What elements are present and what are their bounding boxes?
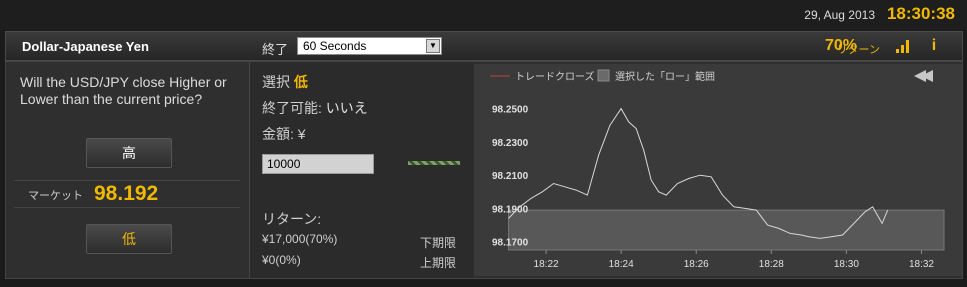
selection-value: 低 [293,74,308,90]
y-tick-label: 98.2300 [492,138,529,149]
x-tick-label: 18:24 [609,259,634,270]
expiry-select-value: 60 Seconds [303,39,367,53]
order-column: 選択 低 終了可能: いいえ 金額: ¥ 10000 リターン: ¥17,000… [250,62,473,278]
asset-title[interactable]: Dollar-Japanese Yen [22,39,149,54]
closable-label: 終了可能: [262,100,322,116]
direction-column: Will the USD/JPY close Higher or Lower t… [6,62,250,278]
question-text: Will the USD/JPY close Higher or Lower t… [20,74,227,107]
y-tick-label: 98.1700 [492,238,529,249]
return-label: リターン: [262,211,322,227]
date-display: 29, Aug 2013 [804,8,875,22]
closable-value: いいえ [325,100,368,116]
legend-close: トレードクローズ [515,70,595,83]
amount-currency: ¥ [297,126,306,142]
amount-input[interactable]: 10000 [262,154,374,174]
selected-range-band [508,209,945,251]
y-tick-label: 98.1900 [492,204,529,215]
selection-row: 選択 低 [262,72,308,92]
return-win-value: ¥17,000(70%) [262,232,338,246]
y-tick-label: 98.2500 [492,105,529,116]
return-lose-value: ¥0(0%) [262,253,301,267]
x-tick-label: 18:22 [534,259,559,270]
clock-display: 18:30:38 [886,4,955,23]
top-bar: 29, Aug 2013 18:30:38 [0,0,967,30]
info-icon[interactable]: i [931,38,937,54]
payout-label: リターン [836,44,880,56]
y-tick-label: 98.2100 [492,171,529,182]
market-row: マーケット 98.192 [14,180,240,208]
lower-limit-label: 下期限 [420,236,457,250]
price-chart: トレードクローズ 選択した「ロー」範囲 98.2500 98.2300 98.210… [474,64,962,276]
legend-range-icon [597,69,610,82]
chevron-down-icon[interactable]: ▼ [426,39,440,53]
closable-row: 終了可能: いいえ [262,98,368,118]
upper-limit-label: 上期限 [420,256,457,270]
low-button[interactable]: 低 [86,224,172,254]
market-label: マーケット [28,190,83,202]
x-tick-label: 18:32 [909,259,934,270]
x-tick-label: 18:28 [759,259,784,270]
expiry-select[interactable]: 60 Seconds ▼ [297,37,442,55]
expiry-label: 終了 [262,42,289,57]
signal-bars-icon[interactable] [896,40,910,53]
high-button[interactable]: 高 [86,138,172,168]
amount-label: 金額: [262,126,294,142]
asset-header: Dollar-Japanese Yen 終了 60 Seconds ▼ 70% … [5,31,963,61]
chart-panel: トレードクローズ 選択した「ロー」範囲 98.2500 98.2300 98.210… [474,64,962,276]
amount-row: 金額: ¥ [262,124,306,144]
x-tick-label: 18:30 [834,259,859,270]
legend-range: 選択した「ロー」範囲 [615,70,715,83]
selection-label: 選択 [262,74,290,90]
trade-panel: Will the USD/JPY close Higher or Lower t… [5,61,963,279]
market-price: 98.192 [94,182,159,205]
x-tick-label: 18:26 [684,259,709,270]
amount-slider-handle[interactable] [408,161,460,165]
